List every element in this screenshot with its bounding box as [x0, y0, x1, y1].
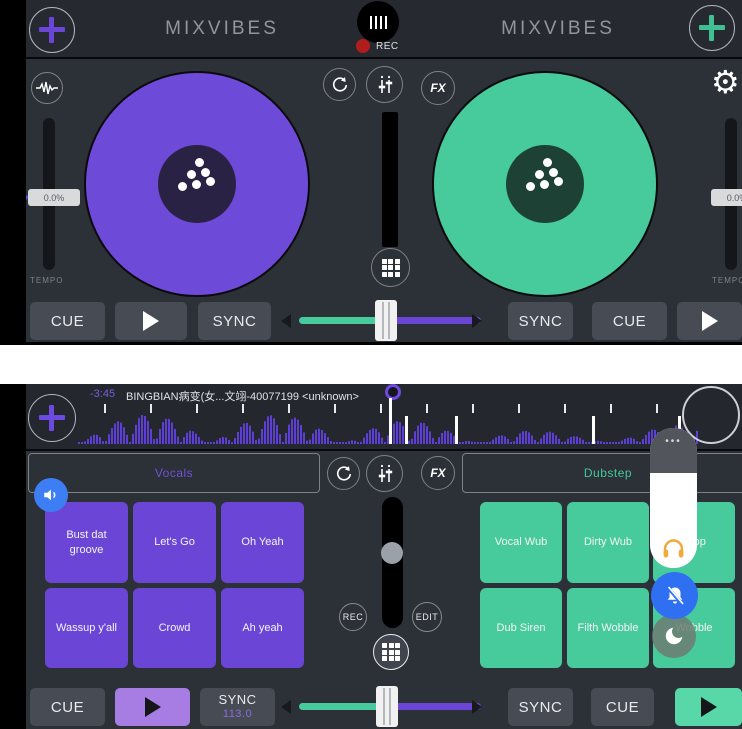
crossfader-right-arrow-icon	[472, 700, 482, 714]
knob-lines-icon	[370, 16, 372, 29]
deck-b-tempo-handle[interactable]: 0.0%	[711, 189, 742, 206]
pad-a6[interactable]: Ah yeah	[221, 588, 304, 668]
pad-b4[interactable]: Dub Siren	[480, 588, 562, 668]
sampler-volume-knob[interactable]	[381, 542, 403, 564]
plus-icon	[699, 15, 725, 41]
record-knob[interactable]	[357, 1, 399, 43]
pad-a5[interactable]: Crowd	[133, 588, 216, 668]
grid-icon	[382, 643, 400, 661]
sampler-a-play-button[interactable]	[115, 688, 190, 726]
mixvibes-logo-dots	[158, 145, 236, 223]
bpm-value: 113.0	[223, 708, 252, 721]
grid-icon	[382, 259, 400, 277]
deck-a-cue-button[interactable]: CUE	[30, 302, 105, 340]
pad-a2[interactable]: Let's Go	[133, 502, 216, 583]
settings-gear-icon[interactable]: ⚙	[711, 66, 740, 98]
play-icon	[702, 311, 718, 331]
crossfader-left-arrow-icon	[281, 700, 291, 714]
deck-b-sync-button[interactable]: SYNC	[508, 302, 573, 340]
loop-icon	[335, 465, 353, 483]
sampler-a-bank-select[interactable]: Vocals	[28, 453, 320, 493]
left-black-strip	[0, 384, 26, 729]
add-track-button[interactable]	[28, 394, 76, 442]
speaker-button[interactable]	[34, 478, 68, 512]
night-mode-button[interactable]	[652, 614, 696, 658]
moon-icon	[663, 625, 685, 647]
fx-button[interactable]: FX	[421, 456, 455, 490]
bell-slash-icon	[664, 585, 686, 607]
mixer-button[interactable]	[366, 66, 403, 103]
pad-b1[interactable]: Vocal Wub	[480, 502, 562, 583]
mixer-button[interactable]	[366, 455, 403, 492]
waveform-view-button[interactable]	[31, 72, 63, 104]
sampler-b-play-button[interactable]	[675, 688, 742, 726]
headphone-cue-slider[interactable]: •••	[650, 428, 697, 568]
screenshot-stage: MIXVIBES REC MIXVIBES	[0, 0, 742, 729]
plus-icon	[39, 405, 65, 431]
crossfader-handle[interactable]	[376, 686, 398, 727]
deck-a-turntable[interactable]	[84, 71, 310, 297]
rec-dot-icon[interactable]	[356, 39, 370, 53]
loop-button[interactable]	[327, 457, 360, 490]
sample-rec-button[interactable]: REC	[339, 603, 367, 631]
pad-a4[interactable]: Wassup y'all	[45, 588, 128, 668]
speaker-icon	[42, 486, 60, 504]
sampler-a-cue-button[interactable]: CUE	[30, 688, 105, 726]
sampler-a-sync-button[interactable]: SYNC 113.0	[200, 688, 275, 726]
brand-logo-left: MIXVIBES	[147, 18, 297, 40]
pad-b2[interactable]: Dirty Wub	[567, 502, 649, 583]
mute-bell-button[interactable]	[651, 572, 698, 619]
play-icon	[145, 697, 161, 717]
deck-b-cue-button[interactable]: CUE	[592, 302, 667, 340]
deck-panel: MIXVIBES REC MIXVIBES	[0, 0, 742, 345]
pad-mode-button[interactable]	[373, 634, 409, 670]
add-track-right-button[interactable]	[689, 5, 735, 51]
brand-logo-right: MIXVIBES	[483, 18, 633, 40]
mixer-faders-icon	[376, 464, 394, 484]
pad-mode-button[interactable]	[371, 248, 410, 287]
track-waveform[interactable]	[78, 396, 700, 446]
mixer-faders-icon	[376, 75, 394, 95]
crossfader-left-arrow-icon	[281, 314, 291, 328]
sync-label: SYNC	[218, 693, 256, 708]
headphones-icon	[661, 536, 686, 559]
more-options-dots[interactable]: •••	[650, 436, 697, 447]
deck-b-turntable[interactable]	[432, 71, 658, 297]
deck-a-sync-button[interactable]: SYNC	[198, 302, 271, 340]
pad-a1[interactable]: Bust dat groove	[45, 502, 128, 583]
sampler-b-cue-button[interactable]: CUE	[591, 688, 654, 726]
sampler-b-bank-select[interactable]: Dubstep	[462, 453, 742, 493]
loop-icon	[331, 76, 349, 94]
tempo-label: TEMPO	[712, 276, 742, 285]
mixvibes-logo-dots	[506, 145, 584, 223]
pad-b5[interactable]: Filth Wobble	[567, 588, 649, 668]
sampler-panel: -3:45 BINGBIAN病变(女...文翊-40077199 <unknow…	[0, 384, 742, 729]
rec-label: REC	[376, 41, 399, 52]
fx-button[interactable]: FX	[421, 71, 455, 105]
play-icon	[143, 311, 159, 331]
sample-edit-button[interactable]: EDIT	[412, 602, 442, 632]
add-track-left-button[interactable]	[29, 7, 75, 53]
plus-icon	[39, 17, 65, 43]
crossfader-right-arrow-icon	[472, 314, 482, 328]
slider-dark-top	[650, 428, 697, 473]
waveform-icon	[36, 81, 58, 95]
sampler-b-sync-button[interactable]: SYNC	[508, 688, 573, 726]
play-icon	[701, 697, 717, 717]
deck-b-play-button[interactable]	[677, 302, 742, 340]
center-volume-fader[interactable]	[382, 112, 398, 247]
deck-a-tempo-handle[interactable]: 0.0%	[28, 189, 80, 206]
loop-button[interactable]	[323, 68, 356, 101]
crossfader-handle[interactable]	[375, 300, 397, 341]
pad-a3[interactable]: Oh Yeah	[221, 502, 304, 583]
left-black-strip	[0, 0, 26, 342]
deck-a-play-button[interactable]	[115, 302, 187, 340]
tempo-label: TEMPO	[30, 276, 63, 285]
